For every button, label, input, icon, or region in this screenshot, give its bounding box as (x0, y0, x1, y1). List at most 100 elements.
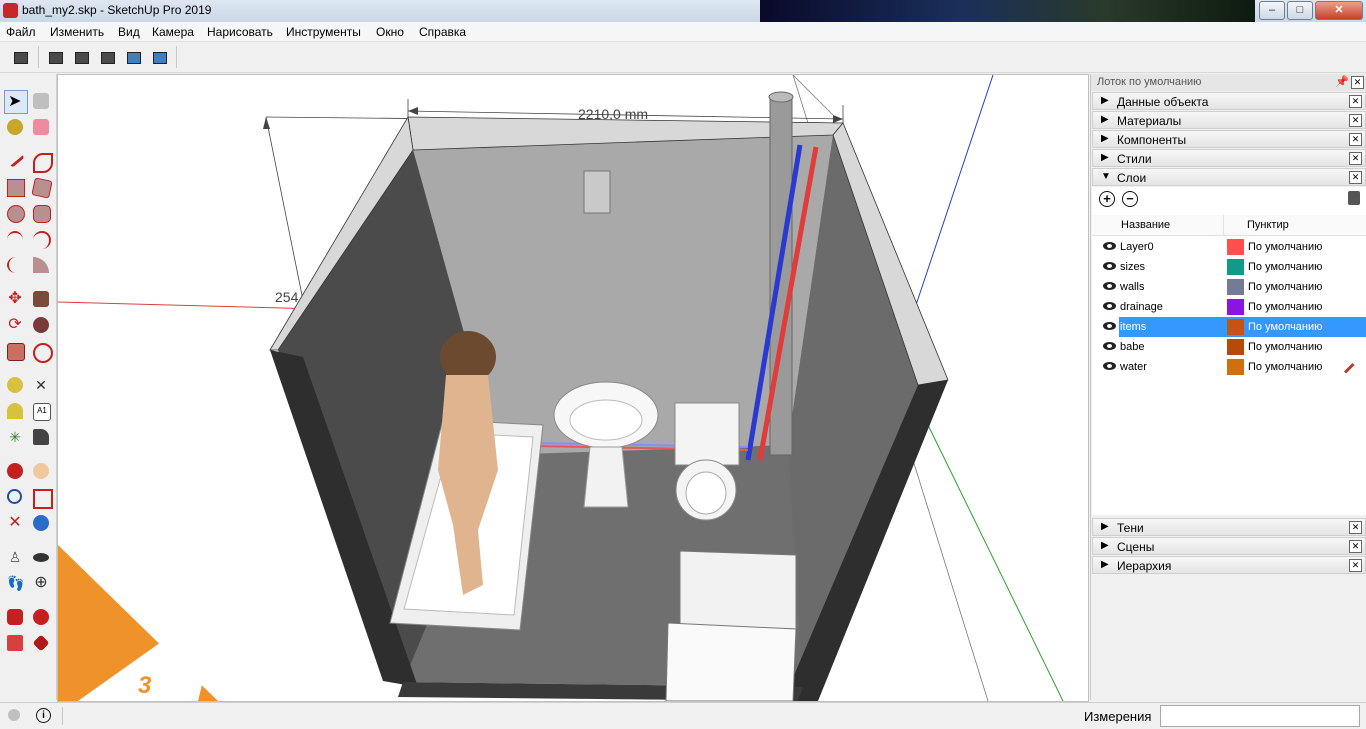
text-tool[interactable]: A1 (30, 400, 52, 422)
panel-entity-info[interactable]: ▶ Данные объекта ✕ (1092, 92, 1366, 110)
close-icon[interactable]: ✕ (1349, 521, 1362, 534)
left-view-button[interactable] (150, 47, 170, 67)
layer-color-swatch[interactable] (1227, 339, 1244, 355)
offset-tool[interactable] (30, 340, 53, 363)
menu-help[interactable]: Справка (419, 25, 466, 39)
layer-name[interactable]: water (1120, 361, 1224, 377)
menu-file[interactable]: Файл (6, 25, 36, 39)
layer-dash[interactable]: По умолчанию (1248, 341, 1322, 353)
back-view-button[interactable] (124, 47, 144, 67)
layer-row[interactable]: drainage По умолчанию (1093, 297, 1366, 317)
panel-materials[interactable]: ▶ Материалы ✕ (1092, 111, 1366, 129)
measurements-input[interactable] (1160, 705, 1360, 727)
geo-location-icon[interactable] (8, 709, 20, 721)
layer-row[interactable]: babe По умолчанию (1093, 337, 1366, 357)
layer-color-swatch[interactable] (1227, 239, 1244, 255)
eye-icon[interactable] (1103, 242, 1116, 250)
close-icon[interactable]: ✕ (1349, 133, 1362, 146)
eye-icon[interactable] (1103, 302, 1116, 310)
model-canvas[interactable]: 2210,0 mm 254 3 (58, 75, 1088, 701)
close-icon[interactable]: ✕ (1349, 171, 1362, 184)
paint-bucket-tool[interactable] (4, 116, 26, 138)
zoom-window-tool[interactable] (30, 486, 53, 509)
layer-name[interactable]: drainage (1120, 301, 1224, 317)
layer-dash[interactable]: По умолчанию (1248, 281, 1322, 293)
select-tool[interactable]: ➤ (4, 90, 28, 114)
polygon-tool[interactable] (30, 202, 52, 224)
layer-dash[interactable]: По умолчанию (1248, 321, 1322, 333)
3d-warehouse-tool[interactable] (4, 606, 26, 628)
sketchup-app-icon[interactable] (3, 3, 18, 18)
close-button[interactable]: ✕ (1315, 1, 1363, 20)
add-layer-icon[interactable]: + (1099, 191, 1115, 207)
toilet-tank[interactable] (674, 402, 740, 466)
menu-tools[interactable]: Инструменты (286, 25, 361, 39)
close-icon[interactable]: ✕ (1349, 95, 1362, 108)
eye-icon[interactable] (1103, 342, 1116, 350)
push-pull-tool[interactable] (30, 288, 52, 310)
circle-tool[interactable] (4, 202, 26, 224)
eye-icon[interactable] (1103, 322, 1116, 330)
extension-warehouse-tool[interactable] (30, 606, 52, 628)
top-view-button[interactable] (46, 47, 66, 67)
three-point-arc-tool[interactable] (4, 254, 26, 276)
follow-me-tool[interactable] (30, 314, 52, 336)
menu-edit[interactable]: Изменить (50, 25, 104, 39)
eye-icon[interactable] (1103, 362, 1116, 370)
column-name[interactable]: Название (1121, 219, 1170, 231)
wall-vent[interactable] (583, 170, 611, 214)
rotated-rectangle-tool[interactable] (30, 176, 53, 199)
menu-draw[interactable]: Нарисовать (207, 25, 273, 39)
layer-color-swatch[interactable] (1227, 359, 1244, 375)
position-camera-tool[interactable]: ♙ (4, 546, 26, 568)
move-tool[interactable]: ✥ (4, 288, 26, 310)
close-icon[interactable]: ✕ (1349, 114, 1362, 127)
layer-color-swatch[interactable] (1227, 319, 1244, 335)
zoom-tool[interactable] (4, 486, 26, 508)
walk-tool[interactable]: 👣 (4, 572, 26, 594)
panel-components[interactable]: ▶ Компоненты ✕ (1092, 130, 1366, 148)
pan-tool[interactable] (30, 460, 52, 482)
axes-tool[interactable]: ✳ (4, 426, 26, 448)
protractor-tool[interactable] (4, 400, 26, 422)
rectangle-tool[interactable] (4, 176, 26, 198)
right-view-button[interactable] (98, 47, 118, 67)
dimension-tool[interactable]: ✕ (30, 374, 52, 396)
minimize-button[interactable]: – (1259, 1, 1285, 20)
panel-scenes[interactable]: ▶ Сцены ✕ (1092, 537, 1366, 555)
info-icon[interactable]: i (36, 708, 51, 723)
arc-tool[interactable] (4, 228, 26, 250)
layer-name[interactable]: items (1120, 321, 1224, 337)
delete-layer-icon[interactable]: − (1122, 191, 1138, 207)
menu-camera[interactable]: Камера (152, 25, 194, 39)
layer-row-selected[interactable]: items По умолчанию (1093, 317, 1366, 337)
washing-machine-top[interactable] (679, 550, 797, 630)
scale-tool[interactable] (4, 340, 26, 362)
rotate-tool[interactable]: ⟳ (4, 314, 26, 336)
zoom-extents-tool[interactable]: ✕ (4, 512, 26, 534)
details-menu-icon[interactable] (1348, 191, 1360, 205)
section-plane-tool[interactable]: ⊕ (30, 572, 52, 594)
eye-icon[interactable] (1103, 282, 1116, 290)
panel-shadows[interactable]: ▶ Тени ✕ (1092, 518, 1366, 536)
maximize-button[interactable]: □ (1287, 1, 1313, 20)
layer-color-swatch[interactable] (1227, 279, 1244, 295)
close-icon[interactable]: ✕ (1349, 152, 1362, 165)
layer-name[interactable]: sizes (1120, 261, 1224, 277)
layer-dash[interactable]: По умолчанию (1248, 361, 1322, 373)
layer-row[interactable]: water По умолчанию (1093, 357, 1366, 377)
line-tool[interactable] (4, 149, 26, 172)
dimension-label-side[interactable]: 254 (275, 289, 299, 305)
send-to-layout-tool[interactable] (4, 632, 26, 654)
3d-text-tool[interactable] (30, 426, 52, 448)
close-icon[interactable]: ✕ (1349, 559, 1362, 572)
tape-measure-tool[interactable] (4, 374, 26, 396)
menu-view[interactable]: Вид (118, 25, 140, 39)
model-viewport[interactable]: 2210,0 mm 254 3 (57, 74, 1089, 702)
previous-view-tool[interactable] (30, 512, 52, 534)
layer-dash[interactable]: По умолчанию (1248, 261, 1322, 273)
layer-row[interactable]: sizes По умолчанию (1093, 257, 1366, 277)
freehand-tool[interactable] (30, 150, 53, 173)
layer-dash[interactable]: По умолчанию (1248, 241, 1322, 253)
column-dash[interactable]: Пунктир (1247, 219, 1289, 231)
